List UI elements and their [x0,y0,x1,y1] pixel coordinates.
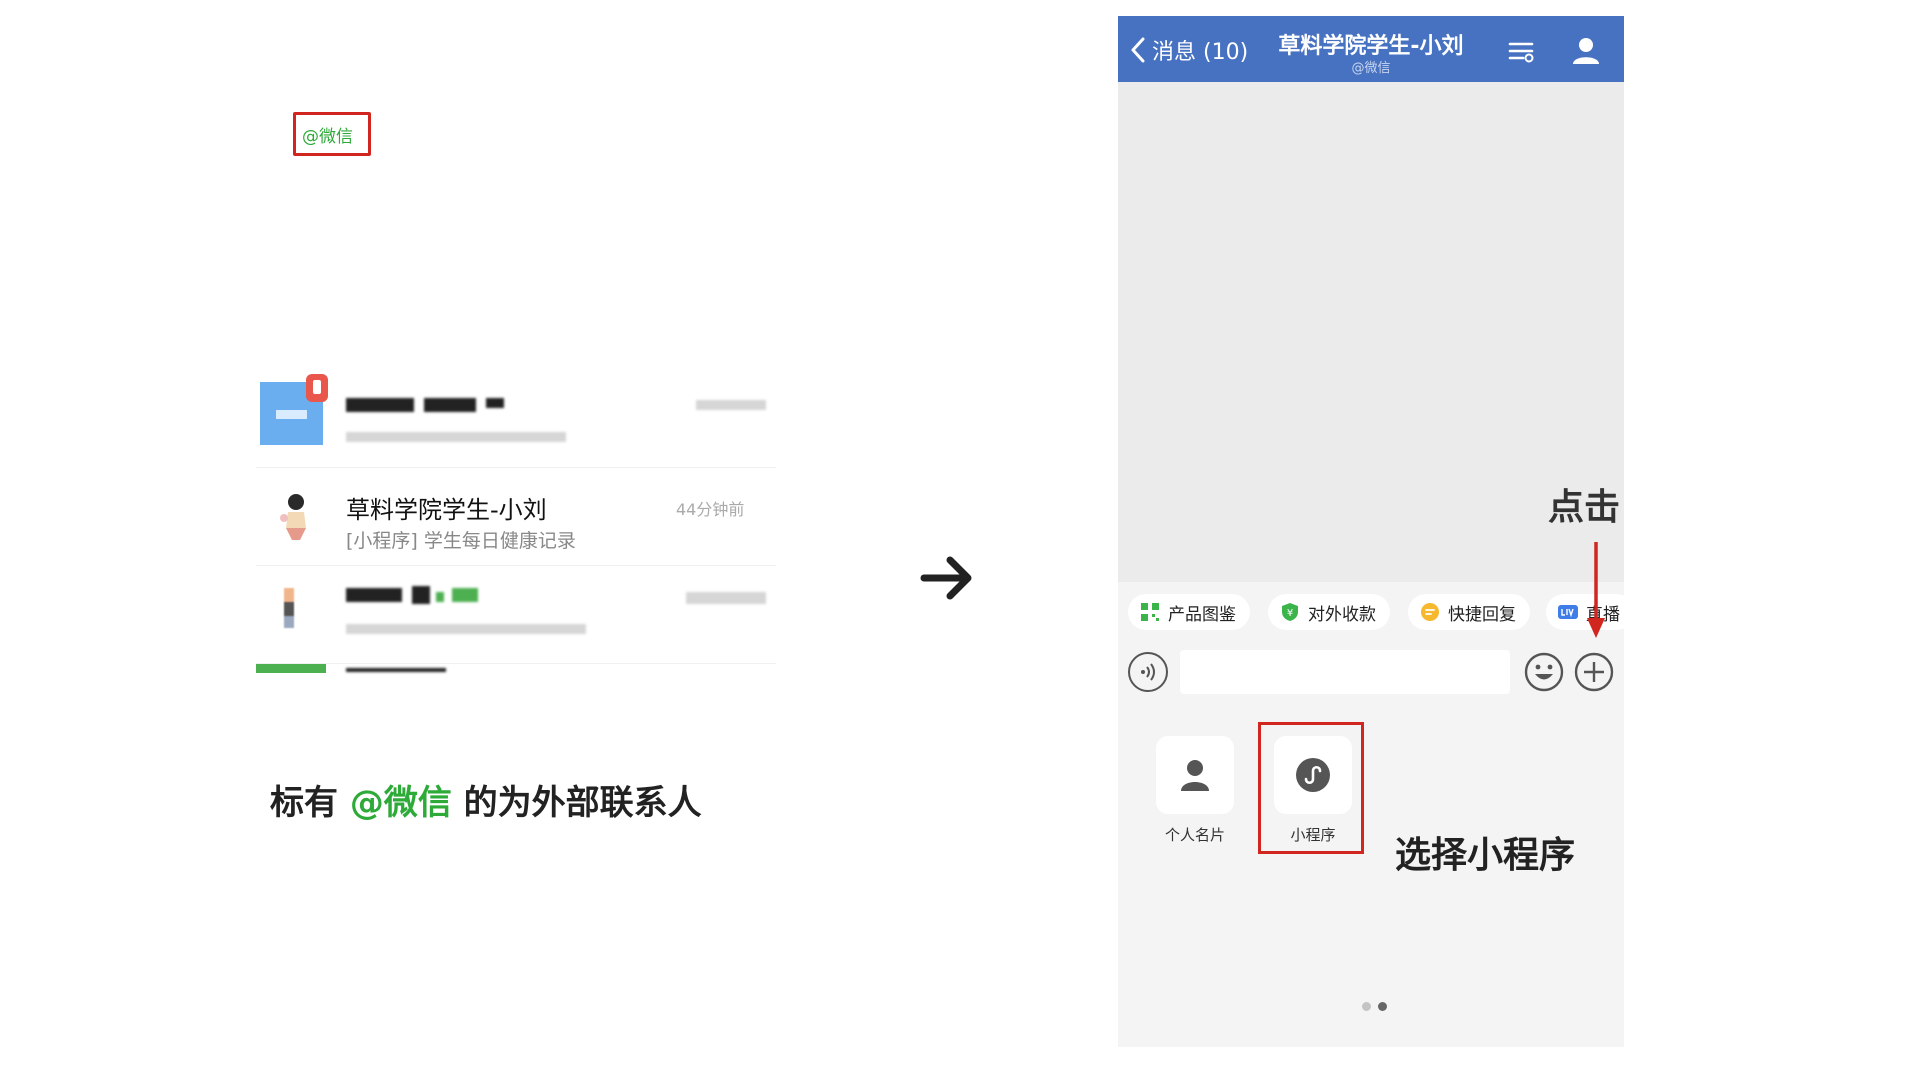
partial-avatar [256,664,326,673]
blurred-time [686,592,766,604]
message-input[interactable] [1180,650,1510,694]
down-arrow-icon [1587,542,1605,638]
caption-highlight: @微信 [349,783,452,823]
annotation-click: 点击 [1548,487,1621,528]
quick-action-collect-payment[interactable]: ¥ 对外收款 [1268,594,1390,630]
panel-item-mini-program[interactable]: 小程序 [1273,736,1353,845]
quick-action-label: 快捷回复 [1448,604,1516,625]
quick-action-label: 产品图鉴 [1168,604,1236,625]
emoji-icon[interactable] [1524,652,1564,692]
panel-item-label: 个人名片 [1164,826,1225,844]
quick-action-product-catalog[interactable]: 产品图鉴 [1128,594,1250,630]
nav-bar: 消息 (10) 草料学院学生-小刘 @微信 [1118,16,1624,82]
conversation-row-partial [256,664,776,695]
wechat-tag-highlight: @微信 [293,112,371,156]
blurred-name [412,586,430,604]
blurred-preview [346,624,586,634]
unread-badge [306,374,328,402]
avatar [284,588,294,628]
message-preview: [小程序] 学生每日健康记录 [346,530,576,552]
blurred-name [452,588,478,602]
panel-item-contact-card[interactable]: 个人名片 [1155,736,1235,845]
caption-prefix: 标有 [270,783,350,823]
live-icon [1558,605,1578,619]
message-time: 44分钟前 [676,500,745,519]
plus-icon[interactable] [1574,652,1614,692]
user-profile-icon[interactable] [1570,34,1602,66]
conversation-row-blurred[interactable] [256,370,776,468]
svg-text:¥: ¥ [1287,608,1293,619]
chat-bubble-icon [1421,603,1439,621]
blurred-preview [346,432,566,442]
blurred-name [346,668,446,672]
voice-icon[interactable] [1128,652,1168,692]
panel-item-label: 小程序 [1290,826,1336,844]
grid-icon [1141,603,1159,621]
quick-action-bar: 产品图鉴 ¥ 对外收款 快捷回复 直播 [1118,582,1624,642]
phone-chat-screen: 消息 (10) 草料学院学生-小刘 @微信 产品图鉴 ¥ 对外收款 快捷回复 直… [1118,16,1624,1047]
mini-program-icon [1296,758,1330,792]
avatar [280,494,306,540]
right-arrow-icon [920,556,972,600]
person-icon [1181,760,1209,791]
annotation-select-mini-program: 选择小程序 [1395,835,1576,876]
wechat-tag-label: @微信 [302,127,353,147]
blurred-name [486,398,504,408]
page-dot-active [1378,1002,1387,1011]
panel-tile [1274,736,1352,814]
blurred-name [346,588,402,602]
quick-action-label: 对外收款 [1308,604,1376,625]
blurred-name [346,398,414,412]
shield-yen-icon: ¥ [1282,603,1298,621]
page-dot [1362,1002,1371,1011]
blurred-name [424,398,476,412]
chat-title: 草料学院学生-小刘 [1278,34,1464,59]
input-bar [1118,642,1624,702]
conversation-list: 草料学院学生-小刘 44分钟前 [小程序] 学生每日健康记录 [256,370,776,695]
quick-action-quick-reply[interactable]: 快捷回复 [1408,594,1530,630]
conversation-row-student[interactable]: 草料学院学生-小刘 44分钟前 [小程序] 学生每日健康记录 [256,468,776,566]
page-indicator [1354,1002,1394,1012]
conversation-row-blurred[interactable] [256,566,776,664]
caption-suffix: 的为外部联系人 [451,783,702,823]
panel-tile [1156,736,1234,814]
chat-subtitle: @微信 [1351,61,1391,76]
blurred-name [436,592,444,602]
caption-external-contact: 标有 @微信 的为外部联系人 [270,775,702,824]
contact-name: 草料学院学生-小刘 [346,496,547,524]
blurred-time [696,400,766,410]
menu-list-icon[interactable] [1506,36,1536,66]
